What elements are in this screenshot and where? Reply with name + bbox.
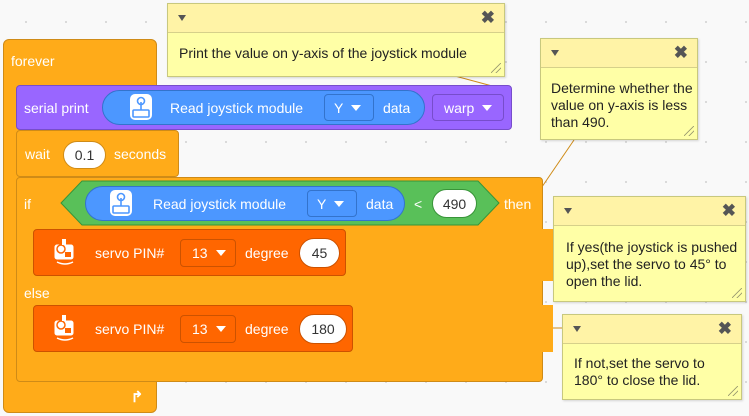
note-text[interactable]: If yes(the joystick is pushed up),set th… [566,239,738,290]
joystick-reporter-label: Read joystick module [170,100,304,116]
mode-dropdown-value: warp [444,99,475,116]
degree-input[interactable]: 180 [299,314,347,344]
resize-grip-icon[interactable] [491,63,501,73]
pin-dropdown[interactable]: 13 [180,315,236,343]
wait-seconds-input[interactable]: 0.1 [63,141,106,169]
servo-label: servo PIN# [95,245,165,261]
servo-icon [52,314,78,342]
chevron-down-icon [482,104,493,111]
resize-grip-icon[interactable] [728,386,738,396]
pin-dropdown-value: 13 [192,321,208,337]
close-icon[interactable]: ✖ [722,201,736,221]
note-header[interactable]: ✖ [563,315,741,344]
comment-note-no[interactable]: ✖ If not,set the servo to 180° to close … [562,314,742,400]
then-label: then [504,196,532,212]
degree-input[interactable]: 45 [299,238,340,268]
collapse-triangle-icon[interactable] [551,50,559,56]
mode-dropdown[interactable]: warp [432,94,504,121]
axis-dropdown[interactable]: Y [324,94,374,121]
if-label: if [24,196,31,212]
joystick-reporter-label: Read joystick module [153,196,287,212]
data-label: data [383,100,411,116]
close-icon[interactable]: ✖ [718,319,732,339]
threshold-input[interactable]: 490 [432,189,477,218]
note-header[interactable]: ✖ [541,39,697,68]
pin-dropdown[interactable]: 13 [180,239,236,267]
collapse-triangle-icon[interactable] [178,15,186,21]
note-header[interactable]: ✖ [168,4,504,33]
note-text[interactable]: Determine whether the value on y-axis is… [551,80,693,131]
chevron-down-icon [334,200,345,207]
close-icon[interactable]: ✖ [674,43,688,63]
loop-arrow-icon: ↱ [130,389,144,406]
close-icon[interactable]: ✖ [481,8,495,28]
forever-label: forever [11,53,55,69]
comment-note-yes[interactable]: ✖ If yes(the joystick is pushed up),set … [553,196,746,302]
wait-label: wait [25,146,50,162]
less-than-operator: < [414,196,423,212]
chevron-down-icon [215,326,226,332]
note-text[interactable]: If not,set the servo to 180° to close th… [574,355,736,389]
comment-note-compare[interactable]: ✖ Determine whether the value on y-axis … [540,38,698,140]
else-label: else [24,285,50,301]
axis-dropdown-value: Y [317,195,327,212]
comment-note-print[interactable]: ✖ Print the value on y-axis of the joyst… [167,3,505,77]
servo-label: servo PIN# [95,321,165,337]
chevron-down-icon [215,250,226,256]
collapse-triangle-icon[interactable] [564,208,572,214]
note-text[interactable]: Print the value on y-axis of the joystic… [179,45,497,62]
joystick-icon [130,94,152,120]
joystick-icon [110,190,132,216]
serial-print-label: serial print [24,100,89,116]
axis-dropdown-value: Y [334,99,344,116]
axis-dropdown[interactable]: Y [307,190,357,217]
seconds-label: seconds [114,146,167,162]
resize-grip-icon[interactable] [684,126,694,136]
pin-dropdown-value: 13 [192,245,208,261]
collapse-triangle-icon[interactable] [573,326,581,332]
data-label: data [366,196,394,212]
degree-label: degree [245,245,289,261]
note-header[interactable]: ✖ [554,197,745,226]
servo-icon [52,238,78,266]
degree-label: degree [245,321,289,337]
chevron-down-icon [351,104,362,111]
resize-grip-icon[interactable] [732,288,742,298]
